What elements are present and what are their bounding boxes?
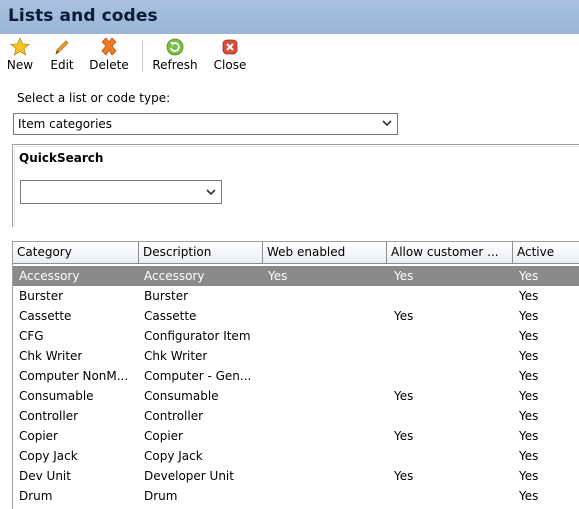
new-label: New [6, 58, 34, 72]
list-type-value: Item categories [18, 117, 113, 131]
table-cell: Controller [19, 409, 79, 423]
chevron-down-icon[interactable] [205, 186, 217, 198]
table-cell: Yes [519, 349, 539, 363]
table-row[interactable]: Dev Unit Developer Unit Yes Yes [13, 466, 579, 486]
quicksearch-select[interactable] [20, 180, 222, 204]
table-cell: CFG [19, 329, 44, 343]
table-cell: Yes [519, 329, 539, 343]
table-row[interactable]: Copier Copier Yes Yes [13, 426, 579, 446]
table-cell: Copier [144, 429, 183, 443]
table-cell: Chk Writer [144, 349, 208, 363]
table-row[interactable]: Cassette Cassette Yes Yes [13, 306, 579, 326]
table-cell: Computer NonM... [19, 369, 129, 383]
column-header-description[interactable]: Description [139, 242, 263, 264]
table-cell: Burster [19, 289, 64, 303]
grid-header: Category Description Web enabled Allow c… [13, 242, 579, 264]
table-row[interactable]: Copy Jack Copy Jack Yes [13, 446, 579, 466]
table-row[interactable]: CFG Configurator Item Yes [13, 326, 579, 346]
new-button[interactable]: New [3, 36, 37, 78]
table-row[interactable]: Drum Drum Yes [13, 486, 579, 506]
edit-button[interactable]: Edit [45, 36, 79, 78]
table-cell: Yes [519, 429, 539, 443]
chevron-down-icon[interactable] [381, 117, 393, 129]
table-cell: Yes [519, 289, 539, 303]
table-row[interactable]: Computer NonM... Computer - Gen... Yes [13, 366, 579, 386]
table-cell: Burster [144, 289, 189, 303]
table-cell: Dev Unit [19, 469, 71, 483]
table-cell: Controller [144, 409, 204, 423]
toolbar-separator [142, 40, 143, 72]
list-type-select[interactable]: Item categories [13, 113, 398, 135]
table-cell: Drum [19, 489, 53, 503]
table-cell: Yes [519, 449, 539, 463]
table-cell: Yes [394, 269, 414, 283]
table-cell: Consumable [144, 389, 219, 403]
column-header-category[interactable]: Category [13, 242, 139, 264]
edit-label: Edit [50, 58, 74, 72]
quicksearch-panel: QuickSearch [12, 144, 579, 227]
delete-x-icon [101, 37, 117, 56]
table-row[interactable]: Controller Controller Yes [13, 406, 579, 426]
star-icon [10, 37, 30, 56]
column-header-web-enabled[interactable]: Web enabled [263, 242, 387, 264]
refresh-label: Refresh [152, 58, 198, 72]
table-row[interactable]: Accessory Accessory Yes Yes Yes [13, 266, 579, 286]
pencil-icon [55, 40, 69, 55]
close-button[interactable]: Close [210, 36, 250, 78]
table-cell: Consumable [19, 389, 94, 403]
table-cell: Yes [519, 469, 539, 483]
close-icon [222, 39, 238, 55]
table-cell: Yes [268, 269, 288, 283]
table-cell: Drum [144, 489, 178, 503]
delete-label: Delete [89, 58, 129, 72]
table-cell: Cassette [144, 309, 197, 323]
table-row[interactable]: Chk Writer Chk Writer Yes [13, 346, 579, 366]
table-cell: Yes [519, 309, 539, 323]
table-cell: Yes [519, 269, 539, 283]
table-row[interactable]: Burster Burster Yes [13, 286, 579, 306]
table-cell: Copy Jack [144, 449, 203, 463]
table-cell: Yes [519, 489, 539, 503]
table-cell: Accessory [144, 269, 205, 283]
close-label: Close [213, 58, 247, 72]
table-cell: Yes [394, 429, 414, 443]
table-cell: Accessory [19, 269, 80, 283]
table-cell: Yes [519, 389, 539, 403]
delete-button[interactable]: Delete [85, 36, 133, 78]
window-title: Lists and codes [8, 6, 158, 26]
column-header-allow-customer[interactable]: Allow customer ... [387, 242, 513, 264]
table-cell: Yes [394, 309, 414, 323]
table-cell: Computer - Gen... [144, 369, 252, 383]
table-cell: Yes [519, 409, 539, 423]
table-cell: Yes [394, 469, 414, 483]
list-type-label: Select a list or code type: [17, 91, 171, 105]
table-cell: Configurator Item [144, 329, 251, 343]
table-cell: Yes [394, 389, 414, 403]
table-cell: Developer Unit [144, 469, 234, 483]
refresh-button[interactable]: Refresh [148, 36, 202, 78]
table-cell: Chk Writer [19, 349, 83, 363]
table-cell: Copy Jack [19, 449, 78, 463]
table-cell: Yes [519, 369, 539, 383]
quicksearch-title: QuickSearch [19, 151, 104, 165]
table-row[interactable]: Consumable Consumable Yes Yes [13, 386, 579, 406]
title-bar: Lists and codes [0, 0, 579, 34]
table-cell: Copier [19, 429, 58, 443]
table-cell: Cassette [19, 309, 72, 323]
refresh-icon [166, 38, 184, 56]
toolbar: New Edit Delete Refresh Close [0, 34, 579, 80]
categories-grid: Category Description Web enabled Allow c… [12, 241, 579, 509]
column-header-active[interactable]: Active [513, 242, 579, 264]
